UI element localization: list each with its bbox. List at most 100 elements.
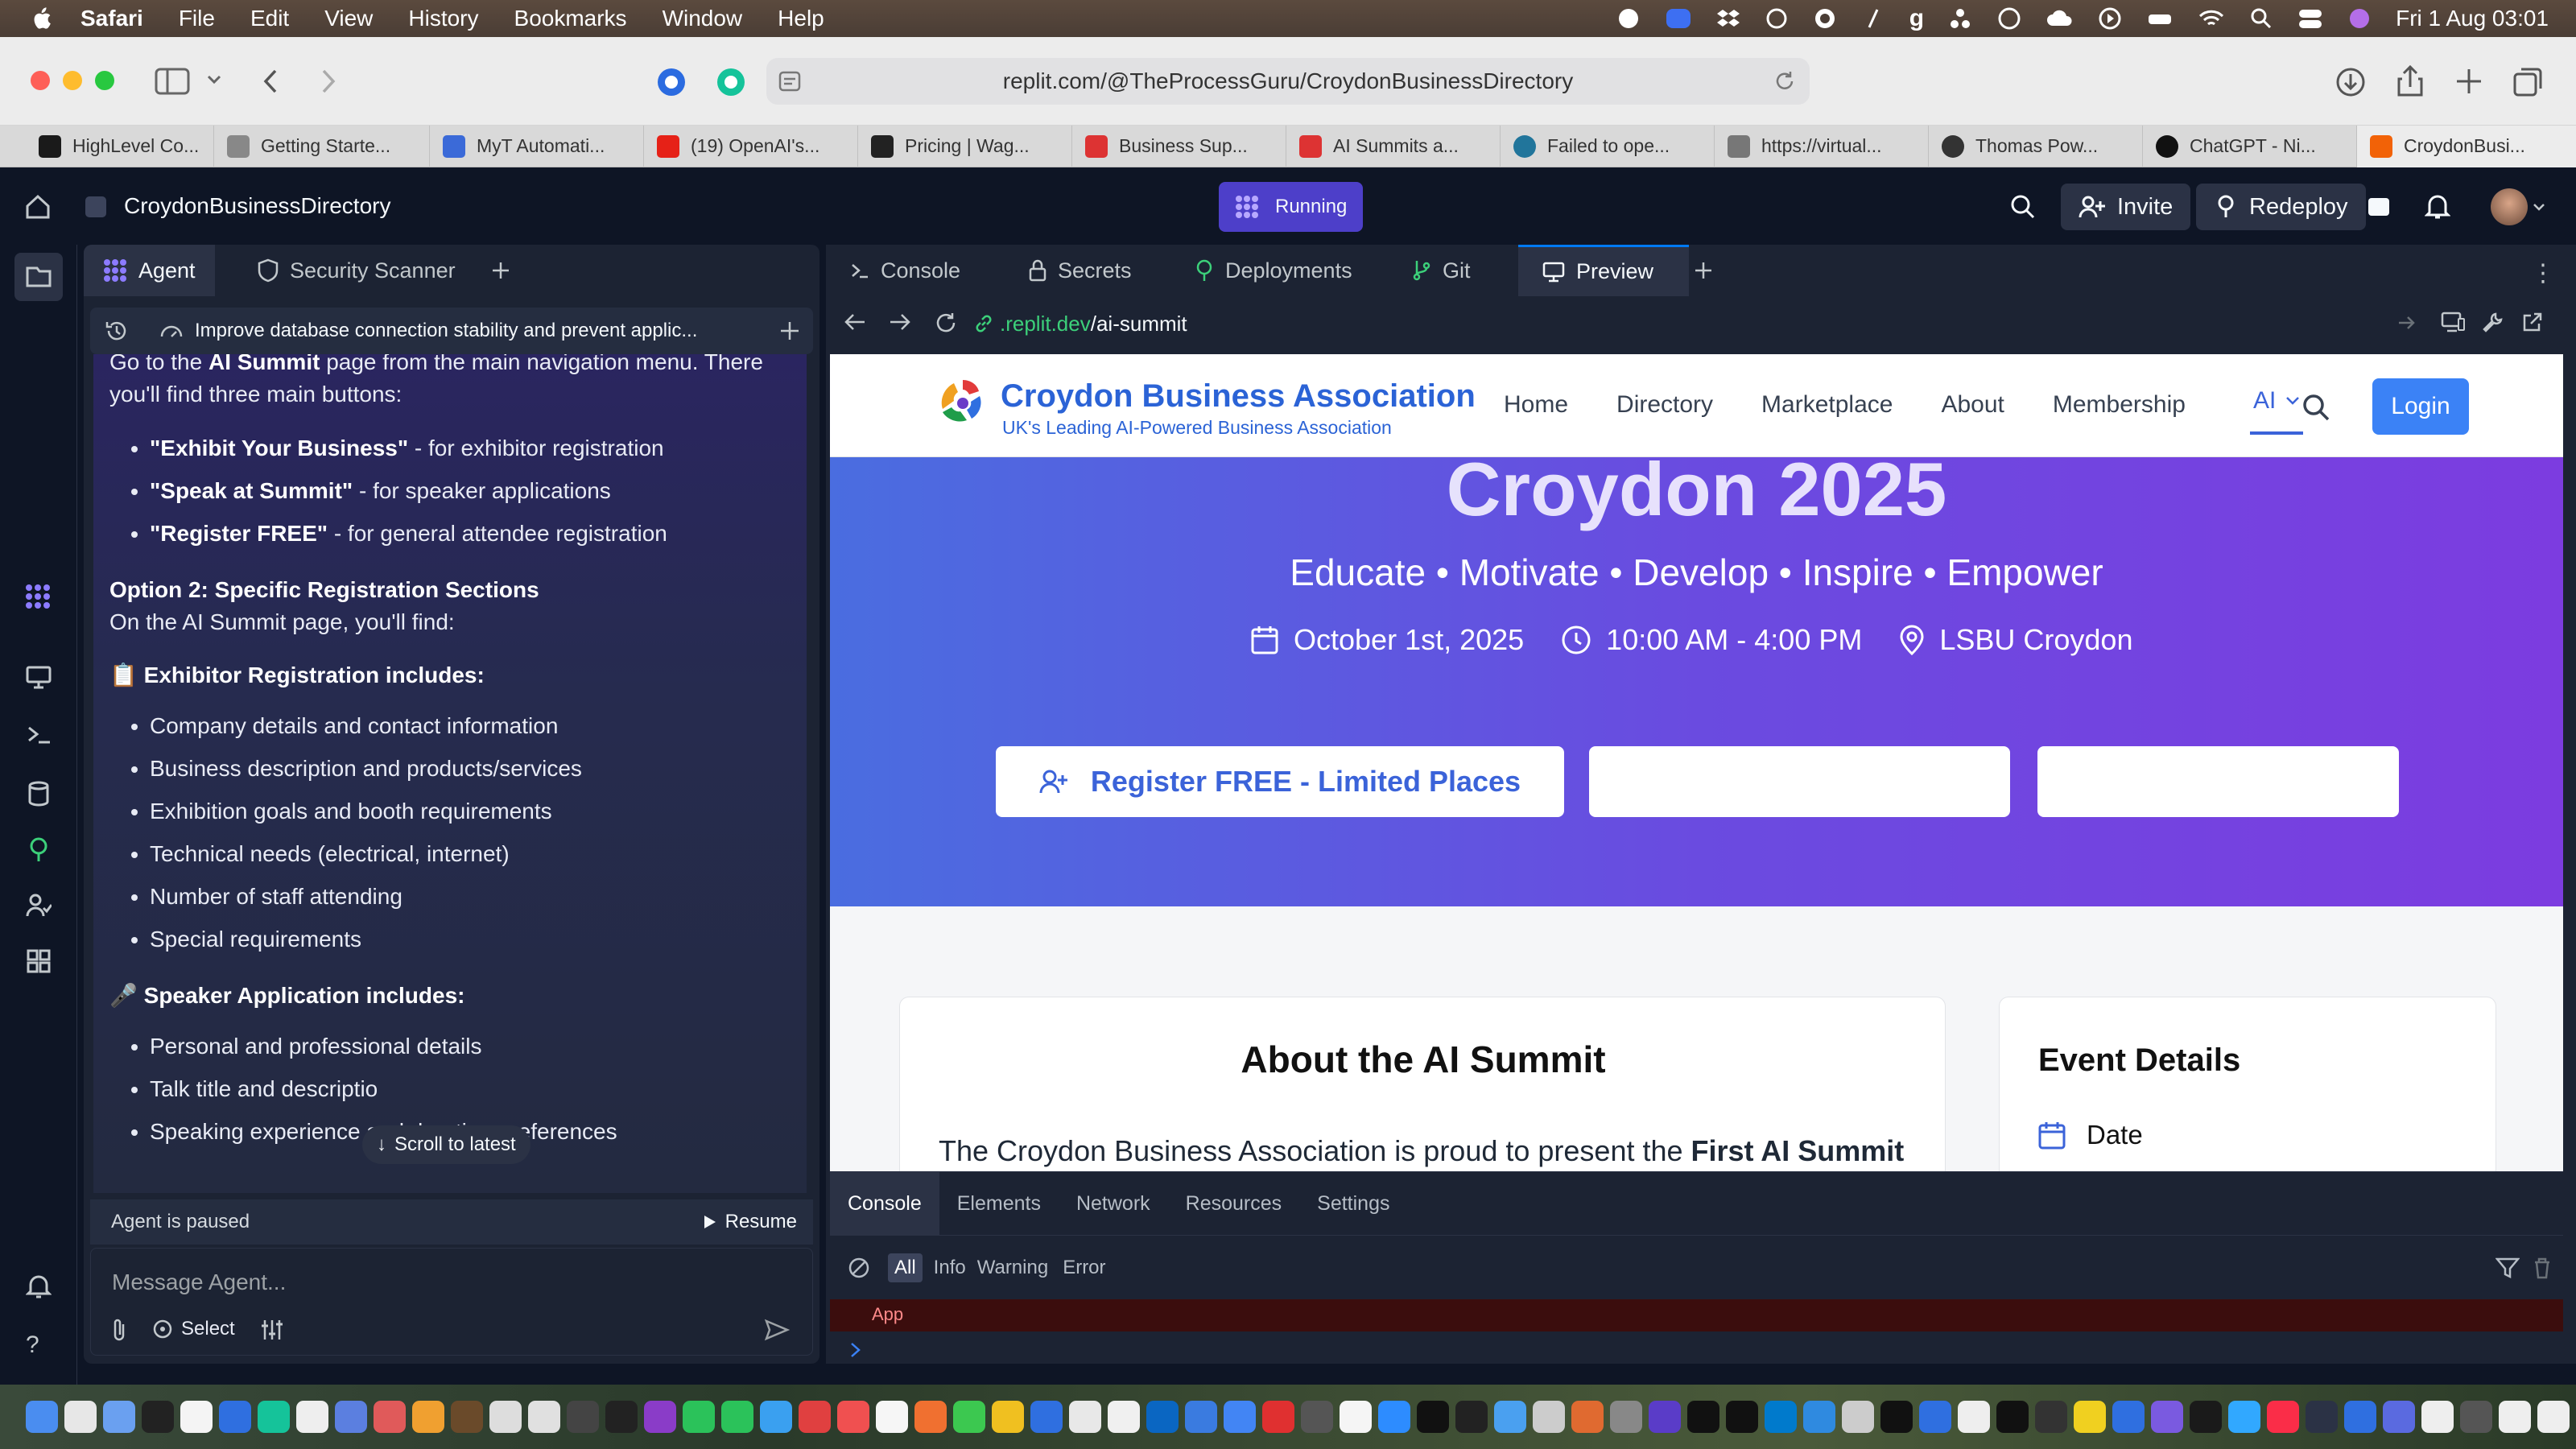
address-bar-url[interactable]: replit.com/@TheProcessGuru/CroydonBusine…: [1003, 68, 1573, 94]
login-button[interactable]: Login: [2372, 378, 2469, 435]
more-options-icon[interactable]: ⋮: [2531, 259, 2555, 287]
filter-all[interactable]: All: [888, 1253, 923, 1282]
dock-app-icon[interactable]: [296, 1401, 328, 1433]
dock-app-icon[interactable]: [1146, 1401, 1179, 1433]
deployments-icon[interactable]: [26, 837, 52, 863]
dock-app-icon[interactable]: [2344, 1401, 2376, 1433]
dock-app-icon[interactable]: [1687, 1401, 1719, 1433]
dock-app-icon[interactable]: [1726, 1401, 1758, 1433]
all-tools-icon[interactable]: [26, 948, 52, 974]
dock-app-icon[interactable]: [2537, 1401, 2570, 1433]
dock-app-icon[interactable]: [219, 1401, 251, 1433]
register-free-button[interactable]: Register FREE - Limited Places: [996, 746, 1564, 817]
dock-app-icon[interactable]: [1185, 1401, 1217, 1433]
devtools-wrench-icon[interactable]: [2481, 311, 2504, 333]
filter-funnel-icon[interactable]: [2496, 1257, 2520, 1279]
database-icon[interactable]: [27, 781, 50, 807]
zoom-window-button[interactable]: [95, 71, 114, 90]
spotlight-search-icon[interactable]: [2249, 6, 2273, 31]
back-icon[interactable]: [261, 68, 280, 95]
browser-tab[interactable]: MyT Automati...: [430, 125, 644, 167]
dock-app-icon[interactable]: [2151, 1401, 2183, 1433]
dock-app-icon[interactable]: [2383, 1401, 2415, 1433]
tab-overview-icon[interactable]: [2512, 66, 2544, 98]
dock-app-icon[interactable]: [2499, 1401, 2531, 1433]
dock-app-icon[interactable]: [992, 1401, 1024, 1433]
history-icon[interactable]: [105, 319, 129, 343]
dock-app-icon[interactable]: [953, 1401, 985, 1433]
menu-history[interactable]: History: [408, 6, 478, 31]
new-tab-icon[interactable]: [2454, 66, 2484, 97]
devtools-tab-resources[interactable]: Resources: [1168, 1172, 1300, 1235]
menu-file[interactable]: File: [179, 6, 215, 31]
project-name[interactable]: CroydonBusinessDirectory: [124, 193, 390, 219]
preview-url-bar[interactable]: .replit.dev /ai-summit: [974, 306, 1187, 341]
dock-app-icon[interactable]: [683, 1401, 715, 1433]
browser-tab[interactable]: Thomas Pow...: [1929, 125, 2143, 167]
thread-title[interactable]: Improve database connection stability an…: [195, 320, 697, 342]
browser-tab[interactable]: (19) OpenAI's...: [644, 125, 858, 167]
agent-grid-icon[interactable]: [24, 583, 52, 610]
tab-deployments[interactable]: Deployments: [1170, 245, 1388, 296]
brand-name[interactable]: Croydon Business Association: [1001, 378, 1476, 415]
cloud-icon[interactable]: [2046, 6, 2074, 31]
nav-marketplace[interactable]: Marketplace: [1761, 391, 1893, 419]
menu-bookmarks[interactable]: Bookmarks: [514, 6, 627, 31]
dock-app-icon[interactable]: [258, 1401, 290, 1433]
browser-tab[interactable]: HighLevel Co...: [0, 125, 214, 167]
browser-tab[interactable]: AI Summits a...: [1286, 125, 1501, 167]
dock-app-icon[interactable]: [2035, 1401, 2067, 1433]
clear-console-icon[interactable]: [848, 1257, 870, 1279]
dock-app-icon[interactable]: [1610, 1401, 1642, 1433]
dock-app-icon[interactable]: [1108, 1401, 1140, 1433]
alerts-icon[interactable]: [26, 1274, 52, 1299]
dock-app-icon[interactable]: [180, 1401, 213, 1433]
browser-tab[interactable]: Pricing | Wag...: [858, 125, 1072, 167]
status-icon-4[interactable]: [1765, 6, 1789, 31]
dock-app-icon[interactable]: [1533, 1401, 1565, 1433]
dock-app-icon[interactable]: [914, 1401, 947, 1433]
status-icon-7[interactable]: g: [1909, 5, 1924, 32]
filter-info[interactable]: Info: [934, 1257, 966, 1279]
site-search-icon[interactable]: [2301, 393, 2330, 422]
layout-toggle-icon[interactable]: [2365, 193, 2392, 221]
help-icon[interactable]: ?: [26, 1331, 39, 1359]
nav-about[interactable]: About: [1941, 391, 2004, 419]
dock-app-icon[interactable]: [335, 1401, 367, 1433]
dock-app-icon[interactable]: [1996, 1401, 2029, 1433]
grammarly-extension-icon[interactable]: [715, 66, 747, 98]
open-new-window-icon[interactable]: [2521, 311, 2544, 333]
filter-warning[interactable]: Warning: [977, 1257, 1048, 1279]
browser-tab[interactable]: Failed to ope...: [1501, 125, 1715, 167]
send-icon[interactable]: [764, 1318, 790, 1342]
sidebar-toggle-icon[interactable]: [155, 68, 190, 95]
dock-app-icon[interactable]: [799, 1401, 831, 1433]
tab-preview[interactable]: Preview: [1518, 245, 1689, 296]
menu-view[interactable]: View: [324, 6, 373, 31]
tab-console[interactable]: Console: [826, 245, 1005, 296]
browser-tab[interactable]: ChatGPT - Ni...: [2143, 125, 2357, 167]
devtools-tab-elements[interactable]: Elements: [939, 1172, 1059, 1235]
files-icon[interactable]: [14, 253, 63, 301]
zoom-status-icon[interactable]: [1665, 6, 1692, 31]
dock-app-icon[interactable]: [1069, 1401, 1101, 1433]
devtools-tab-console[interactable]: Console: [830, 1172, 939, 1235]
car-icon[interactable]: [2146, 6, 2174, 31]
browser-tab[interactable]: https://virtual...: [1715, 125, 1929, 167]
dock-app-icon[interactable]: [2074, 1401, 2106, 1433]
menu-help[interactable]: Help: [778, 6, 824, 31]
scroll-to-latest-button[interactable]: ↓ Scroll to latest: [362, 1125, 530, 1164]
trash-icon[interactable]: [2533, 1257, 2552, 1279]
dock-app-icon[interactable]: [1803, 1401, 1835, 1433]
add-tab-icon[interactable]: [491, 261, 510, 280]
page-settings-icon[interactable]: [778, 69, 802, 93]
nav-ai-dropdown[interactable]: AI: [2250, 385, 2304, 435]
select-button[interactable]: Select: [152, 1318, 235, 1340]
play-circle-icon[interactable]: [2098, 6, 2122, 31]
dock-app-icon[interactable]: [1417, 1401, 1449, 1433]
dock-app-icon[interactable]: [64, 1401, 97, 1433]
browser-tab-active[interactable]: CroydonBusi...: [2357, 125, 2576, 167]
devtools-tab-settings[interactable]: Settings: [1299, 1172, 1407, 1235]
dock-app-icon[interactable]: [1224, 1401, 1256, 1433]
dock-app-icon[interactable]: [2190, 1401, 2222, 1433]
